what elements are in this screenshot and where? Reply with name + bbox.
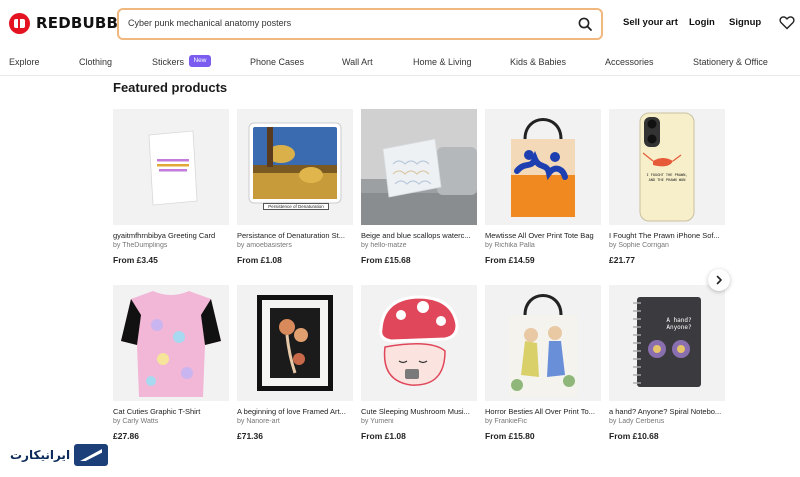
- product-artist[interactable]: by Yumeni: [361, 418, 477, 425]
- nav-accessories[interactable]: Accessories: [605, 57, 654, 67]
- watermark-logo: ایرانیکارت: [10, 444, 109, 466]
- product-image[interactable]: [361, 109, 477, 225]
- product-artist[interactable]: by hello-matze: [361, 242, 477, 249]
- redbubble-logo-icon: [9, 12, 30, 34]
- signup-link[interactable]: Signup: [729, 17, 761, 28]
- search-icon[interactable]: [577, 16, 593, 32]
- product-artist[interactable]: by Carly Watts: [113, 418, 229, 425]
- product-price: From £3.45: [113, 255, 158, 265]
- search-input[interactable]: Cyber punk mechanical anatomy posters: [117, 8, 603, 40]
- product-price: From £14.59: [485, 255, 535, 265]
- product-image[interactable]: [485, 285, 601, 401]
- product-title[interactable]: A beginning of love Framed Art...: [237, 407, 353, 416]
- nav-stickers[interactable]: Stickers: [152, 57, 184, 67]
- notebook-text: A hand? Anyone?: [666, 317, 692, 331]
- product-image[interactable]: [113, 285, 229, 401]
- product-image[interactable]: A hand? Anyone?: [609, 285, 725, 401]
- nav-phone-cases[interactable]: Phone Cases: [250, 57, 304, 67]
- product-card[interactable]: A beginning of love Framed Art... by Nan…: [237, 285, 353, 441]
- product-artist[interactable]: by Nanore-art: [237, 418, 353, 425]
- product-title[interactable]: I Fought The Prawn iPhone Sof...: [609, 231, 725, 240]
- nav-wall-art[interactable]: Wall Art: [342, 57, 373, 67]
- product-artist[interactable]: by TheDumplings: [113, 242, 229, 249]
- product-artist[interactable]: by FrankieFic: [485, 418, 601, 425]
- product-price: £27.86: [113, 431, 139, 441]
- product-card[interactable]: A hand? Anyone? a hand? Anyone? Spiral N…: [609, 285, 725, 441]
- product-card[interactable]: Mewtisse All Over Print Tote Bag by Rich…: [485, 109, 601, 265]
- watermark-icon: [74, 444, 109, 466]
- product-card[interactable]: Persistence of Denaturation Persistance …: [237, 109, 353, 265]
- product-card[interactable]: Cute Sleeping Mushroom Musi... by Yumeni…: [361, 285, 477, 441]
- nav-stationery-office[interactable]: Stationery & Office: [693, 57, 768, 67]
- product-card[interactable]: gyaitmfhrnbibya Greeting Card by TheDump…: [113, 109, 229, 265]
- product-price: From £1.08: [361, 431, 406, 441]
- nav-clothing[interactable]: Clothing: [79, 57, 112, 67]
- section-title: Featured products: [113, 80, 228, 95]
- product-price: From £15.80: [485, 431, 535, 441]
- product-image[interactable]: [485, 109, 601, 225]
- phone-case-text: I FOUGHT THE PRAWN, AND THE PRAWN WON: [646, 173, 688, 182]
- product-title[interactable]: gyaitmfhrnbibya Greeting Card: [113, 231, 229, 240]
- carousel-next-button[interactable]: [708, 269, 730, 291]
- product-card[interactable]: Cat Cuties Graphic T-Shirt by Carly Watt…: [113, 285, 229, 441]
- product-artist[interactable]: by Richika Palla: [485, 242, 601, 249]
- site-header: REDBUBBLE Cyber punk mechanical anatomy …: [0, 0, 800, 46]
- nav-home-living[interactable]: Home & Living: [413, 57, 472, 67]
- new-badge: New: [189, 55, 211, 67]
- product-card[interactable]: Beige and blue scallops waterc... by hel…: [361, 109, 477, 265]
- product-price: £21.77: [609, 255, 635, 265]
- product-image[interactable]: [113, 109, 229, 225]
- product-artist[interactable]: by Sophie Corrigan: [609, 242, 725, 249]
- product-title[interactable]: Cat Cuties Graphic T-Shirt: [113, 407, 229, 416]
- product-image[interactable]: Persistence of Denaturation: [237, 109, 353, 225]
- product-card[interactable]: I FOUGHT THE PRAWN, AND THE PRAWN WON I …: [609, 109, 725, 265]
- watermark-text: ایرانیکارت: [10, 448, 71, 462]
- heart-icon[interactable]: [779, 15, 795, 30]
- product-artist[interactable]: by Lady Cerberus: [609, 418, 725, 425]
- sell-your-art-link[interactable]: Sell your art: [623, 17, 678, 28]
- product-price: From £1.08: [237, 255, 282, 265]
- product-title[interactable]: Persistance of Denaturation St...: [237, 231, 353, 240]
- product-image[interactable]: [361, 285, 477, 401]
- nav-kids-babies[interactable]: Kids & Babies: [510, 57, 566, 67]
- product-title[interactable]: a hand? Anyone? Spiral Notebo...: [609, 407, 725, 416]
- product-image[interactable]: I FOUGHT THE PRAWN, AND THE PRAWN WON: [609, 109, 725, 225]
- product-title[interactable]: Horror Besties All Over Print To...: [485, 407, 601, 416]
- search-query[interactable]: Cyber punk mechanical anatomy posters: [128, 18, 291, 28]
- product-card[interactable]: Horror Besties All Over Print To... by F…: [485, 285, 601, 441]
- login-link[interactable]: Login: [689, 17, 715, 28]
- product-price: £71.36: [237, 431, 263, 441]
- product-price: From £15.68: [361, 255, 411, 265]
- product-image[interactable]: [237, 285, 353, 401]
- product-title[interactable]: Cute Sleeping Mushroom Musi...: [361, 407, 477, 416]
- product-title[interactable]: Beige and blue scallops waterc...: [361, 231, 477, 240]
- nav-explore[interactable]: Explore: [9, 57, 40, 67]
- product-title[interactable]: Mewtisse All Over Print Tote Bag: [485, 231, 601, 240]
- product-price: From £10.68: [609, 431, 659, 441]
- product-artist[interactable]: by amoebasisters: [237, 242, 353, 249]
- category-nav: Explore Clothing Stickers New Phone Case…: [0, 48, 800, 76]
- sticker-caption: Persistence of Denaturation: [263, 203, 329, 210]
- chevron-right-icon: [716, 275, 722, 285]
